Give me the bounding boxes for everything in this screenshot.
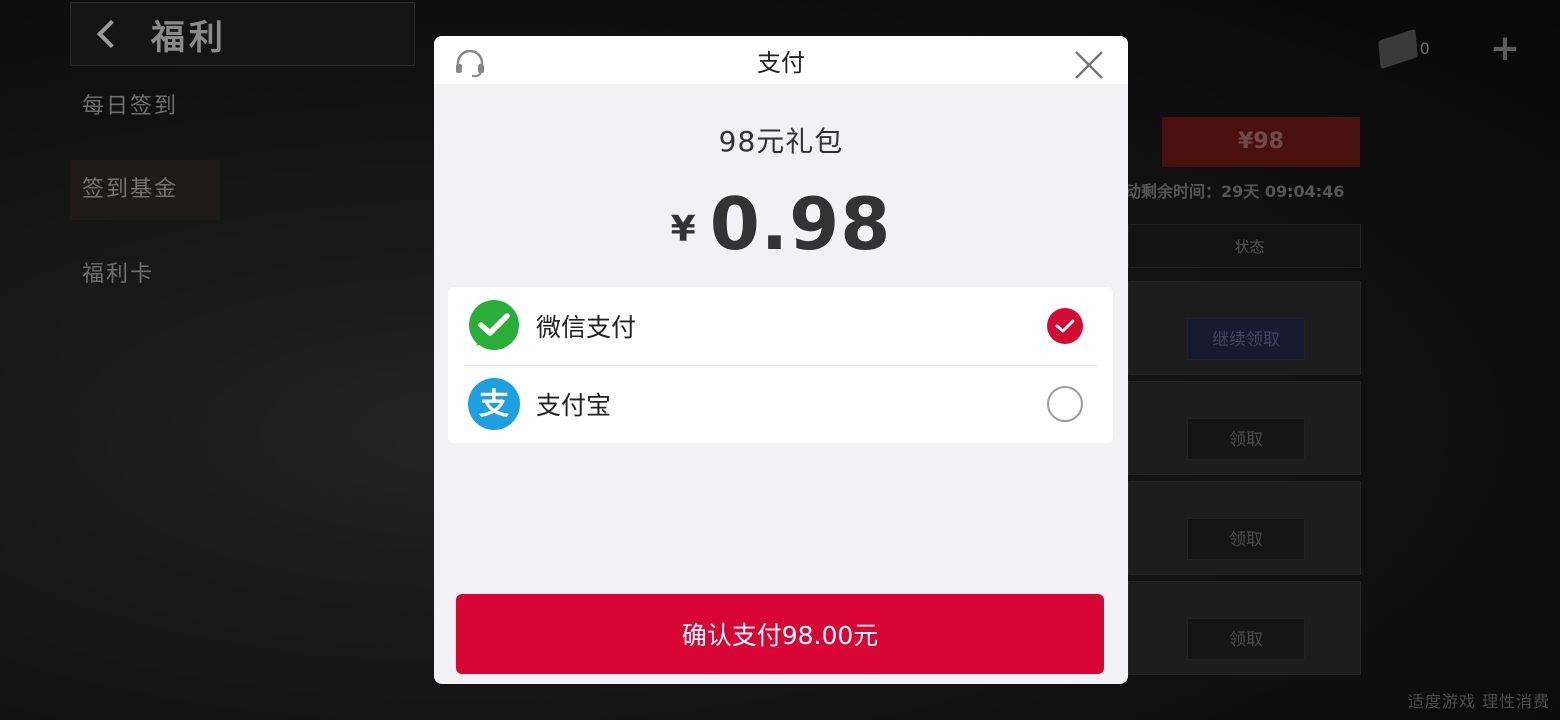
- close-icon[interactable]: [1072, 48, 1106, 82]
- alipay-label: 支付宝: [536, 391, 612, 420]
- reward-row: 领取: [1128, 481, 1361, 575]
- payment-option-wechat[interactable]: 微信支付: [448, 287, 1113, 365]
- selected-check-icon[interactable]: [1047, 308, 1083, 344]
- add-currency-icon[interactable]: +: [1490, 28, 1520, 69]
- claim-button[interactable]: 领取: [1187, 518, 1305, 560]
- nav-item-daily-signin[interactable]: 每日签到: [70, 88, 220, 120]
- scroll-currency-icon: [1377, 28, 1418, 69]
- status-column-header: 状态: [1128, 224, 1361, 268]
- reward-row: 领取: [1128, 581, 1361, 675]
- page-title: 福利: [151, 17, 227, 58]
- fund-price-button[interactable]: ¥98: [1162, 117, 1360, 167]
- dialog-title: 支付: [757, 48, 805, 77]
- claim-button[interactable]: 领取: [1187, 418, 1305, 460]
- payment-dialog: 支付 98元礼包 ¥0.98 微信支付 支 支付宝 确认支付98.00元: [434, 36, 1128, 684]
- healthy-gaming-notice: 适度游戏 理性消费: [1407, 692, 1550, 711]
- continue-claim-button[interactable]: 继续领取: [1187, 318, 1305, 360]
- wechat-pay-label: 微信支付: [536, 313, 637, 342]
- svg-text:支: 支: [479, 387, 509, 422]
- product-name: 98元礼包: [718, 125, 844, 158]
- customer-service-icon[interactable]: [454, 49, 486, 78]
- currency-count: 0: [1419, 39, 1430, 58]
- alipay-icon: 支: [468, 378, 520, 430]
- dialog-header: 支付: [434, 36, 1128, 84]
- confirm-payment-button[interactable]: 确认支付98.00元: [456, 594, 1104, 674]
- currency-symbol: ¥: [670, 209, 696, 250]
- wechat-pay-icon: [468, 300, 520, 352]
- welfare-header: 福利: [70, 2, 415, 66]
- nav-item-signin-fund[interactable]: 签到基金: [70, 160, 220, 220]
- claim-button[interactable]: 领取: [1187, 618, 1305, 660]
- currency-bar: 0 +: [1377, 28, 1520, 69]
- price-amount: 0.98: [709, 182, 892, 266]
- payment-methods-list: 微信支付 支 支付宝: [448, 287, 1113, 443]
- reward-row: 领取: [1128, 381, 1361, 475]
- unselected-radio-icon[interactable]: [1047, 386, 1083, 422]
- price-display: ¥0.98: [434, 182, 1128, 266]
- remaining-time: 动剩余时间：29天 09:04:46: [1125, 182, 1345, 201]
- payment-option-alipay[interactable]: 支 支付宝: [448, 365, 1113, 443]
- reward-row: 继续领取: [1128, 281, 1361, 375]
- nav-item-welfare-card[interactable]: 福利卡: [70, 256, 220, 288]
- back-arrow-icon[interactable]: [93, 19, 123, 49]
